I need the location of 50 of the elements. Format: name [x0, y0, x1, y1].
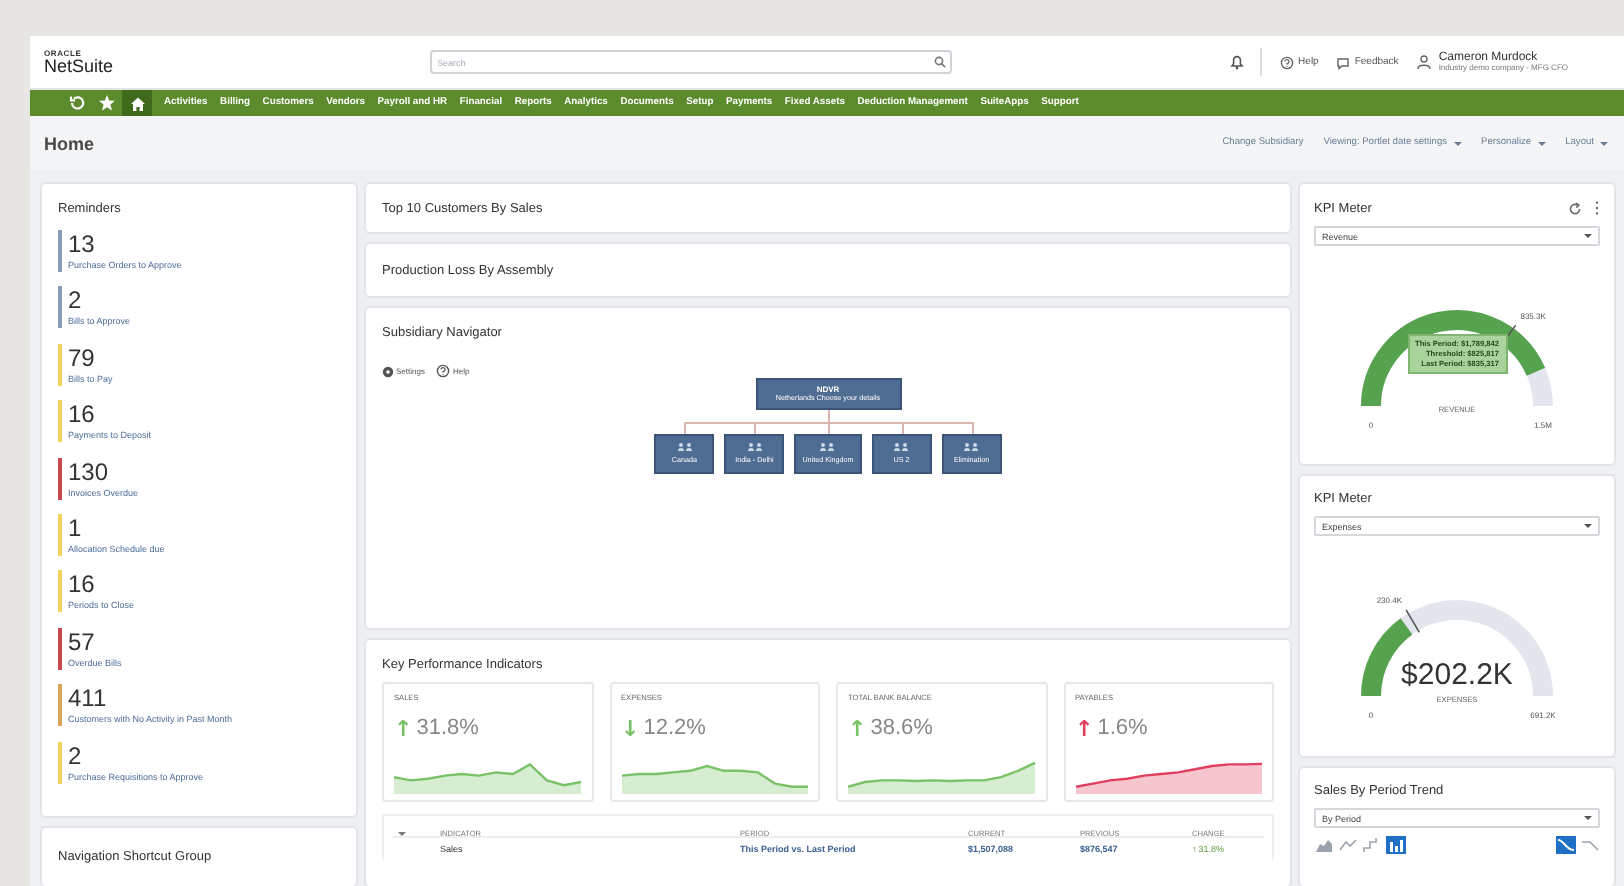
- caret-icon: [1584, 524, 1592, 528]
- logo: NetSuite: [44, 57, 114, 75]
- reminder-count[interactable]: 16: [68, 400, 152, 429]
- reminder-count[interactable]: 411: [68, 684, 233, 713]
- people-icon: [962, 442, 981, 453]
- user-icon[interactable]: [1416, 53, 1433, 70]
- area-chart-icon[interactable]: [1314, 836, 1334, 854]
- kpi-change: 1.6%: [1097, 716, 1148, 740]
- bell-icon[interactable]: [1230, 54, 1245, 70]
- caret-icon: [1600, 141, 1608, 145]
- kpi-change: 38.6%: [870, 716, 933, 740]
- kpi-change: 12.2%: [643, 716, 706, 740]
- reminder-count[interactable]: 16: [68, 570, 135, 599]
- threshold-marker: [1405, 609, 1421, 634]
- star-icon[interactable]: [98, 94, 116, 112]
- caret-icon: [398, 831, 406, 836]
- reminder-count[interactable]: 79: [68, 343, 113, 372]
- trend-arrow: ↑: [848, 717, 867, 739]
- reminder-count[interactable]: 13: [68, 230, 182, 258]
- trend-arrow: ↑: [394, 717, 413, 739]
- caret-icon: [1584, 234, 1592, 238]
- reminder-count[interactable]: 2: [68, 286, 131, 315]
- line-chart-icon[interactable]: [1338, 836, 1358, 854]
- reminder-count[interactable]: 2: [68, 741, 204, 770]
- settings-icon[interactable]: [382, 365, 394, 377]
- reminder-count[interactable]: 130: [68, 457, 139, 486]
- kpi-change: 31.8%: [416, 716, 479, 740]
- meter-value: $202.2K: [1401, 658, 1513, 692]
- trend-arrow: ↓: [621, 717, 640, 739]
- history-icon[interactable]: [68, 94, 86, 112]
- people-icon: [818, 442, 837, 453]
- reminder-count[interactable]: 1: [68, 513, 165, 542]
- help-icon[interactable]: [436, 364, 451, 378]
- people-icon: [745, 442, 764, 453]
- people-icon: [892, 442, 911, 453]
- bar-chart-icon[interactable]: [1386, 836, 1406, 854]
- search-icon[interactable]: [933, 56, 946, 68]
- help-icon[interactable]: [1280, 55, 1295, 69]
- people-icon: [675, 442, 694, 453]
- trend-arrow: ↑: [1075, 717, 1094, 739]
- caret-icon: [1453, 141, 1462, 145]
- home-icon[interactable]: [129, 95, 145, 111]
- refresh-icon[interactable]: [1568, 201, 1582, 215]
- page-title: Home: [44, 133, 97, 153]
- reminder-count[interactable]: 57: [68, 627, 122, 656]
- caret-icon: [1537, 141, 1546, 145]
- more-icon[interactable]: [1594, 200, 1600, 216]
- caret-icon: [1584, 816, 1592, 820]
- feedback-icon[interactable]: [1336, 55, 1351, 69]
- curve-chart-icon[interactable]: [1556, 836, 1576, 854]
